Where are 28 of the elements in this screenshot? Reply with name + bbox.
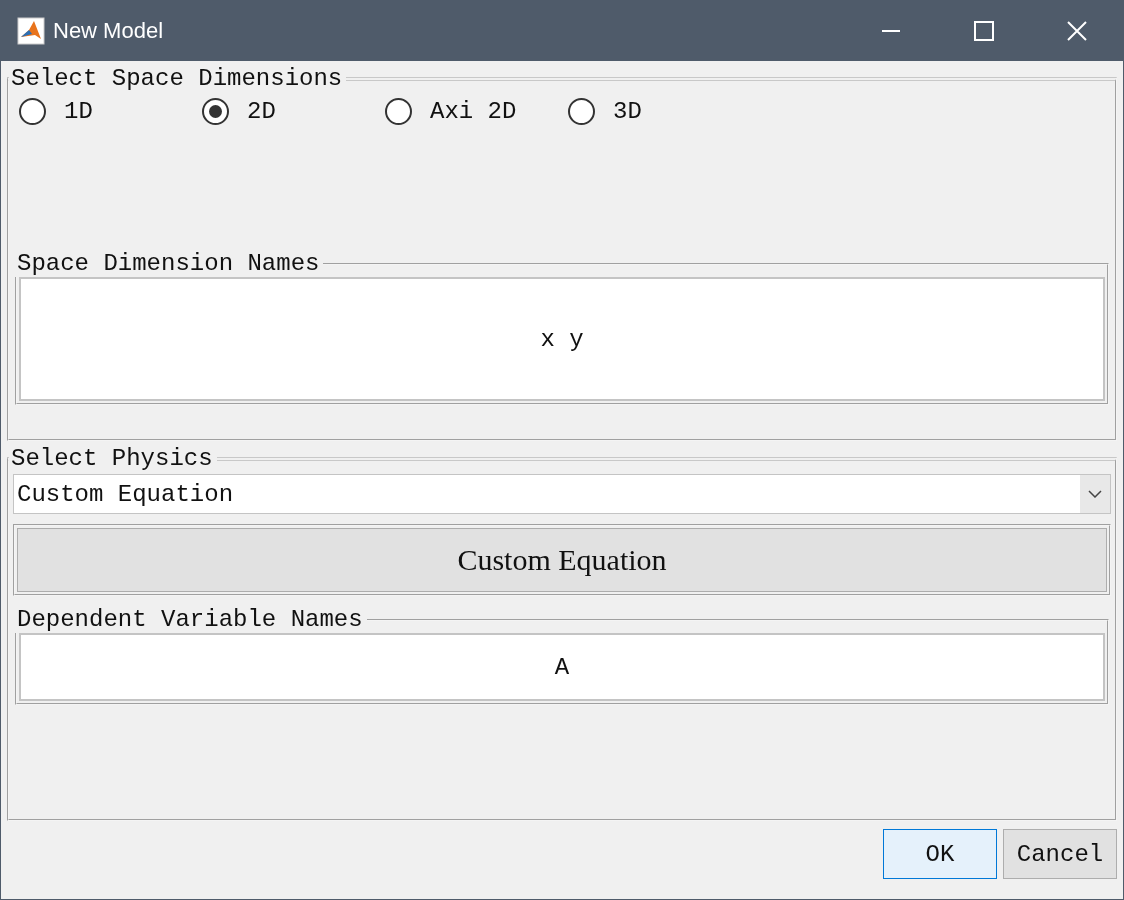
dialog-button[interactable]: OK bbox=[883, 829, 997, 879]
input-field[interactable]: x y bbox=[19, 277, 1105, 401]
radio-button[interactable] bbox=[568, 98, 595, 125]
window-title: New Model bbox=[53, 18, 165, 44]
group-title: Dependent Variable Names bbox=[16, 606, 364, 633]
radio-label: Axi 2D bbox=[430, 98, 517, 125]
radio-option[interactable]: 3D bbox=[568, 98, 751, 125]
close-icon bbox=[1066, 21, 1087, 41]
radio-label: 3D bbox=[613, 98, 642, 125]
group-title: Space Dimension Names bbox=[16, 250, 321, 277]
equation-button[interactable]: Custom Equation bbox=[17, 528, 1107, 592]
dropdown[interactable]: Custom Equation bbox=[13, 474, 1111, 514]
input-field[interactable]: A bbox=[19, 633, 1105, 701]
radio-button[interactable] bbox=[19, 98, 46, 125]
radio-button[interactable] bbox=[202, 98, 229, 125]
chevron-down-icon bbox=[1080, 475, 1110, 513]
radio-option[interactable]: 1D bbox=[19, 98, 202, 125]
group-title: Select Space Dimensions bbox=[10, 65, 344, 92]
group-title: Select Physics bbox=[10, 445, 214, 472]
radio-button[interactable] bbox=[385, 98, 412, 125]
radio-label: 1D bbox=[64, 98, 93, 125]
dialog-button[interactable]: Cancel bbox=[1003, 829, 1117, 879]
maximize-icon bbox=[973, 21, 994, 41]
radio-label: 2D bbox=[247, 98, 276, 125]
radio-option[interactable]: Axi 2D bbox=[385, 98, 568, 125]
app-logo-icon bbox=[17, 17, 45, 45]
minimize-icon bbox=[881, 30, 900, 32]
radio-option[interactable]: 2D bbox=[202, 98, 385, 125]
